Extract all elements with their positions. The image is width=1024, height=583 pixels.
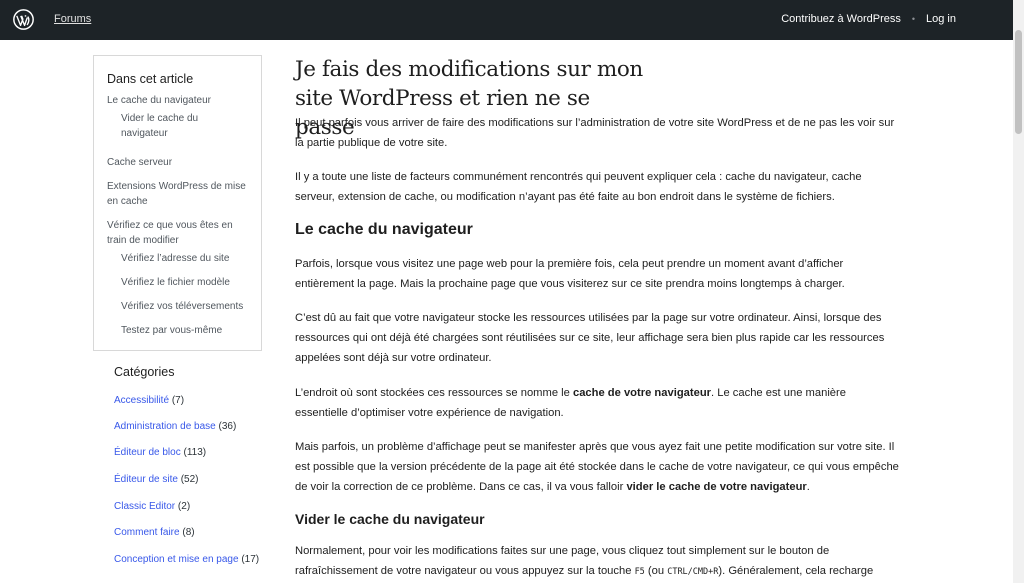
category-count: (17) <box>241 554 260 565</box>
paragraph-cache-2: C’est dû au fait que votre navigateur st… <box>295 312 885 364</box>
topbar-right-links: Contribuez à WordPress • Log in <box>781 13 956 25</box>
category-count: (36) <box>218 421 237 432</box>
category-link[interactable]: Conception et mise en page <box>114 554 239 565</box>
categories-title: Catégories <box>114 365 175 379</box>
category-count: (8) <box>182 527 195 538</box>
paragraph-cache-4: Mais parfois, un problème d’affichage pe… <box>295 437 900 497</box>
category-link[interactable]: Comment faire <box>114 527 180 538</box>
toc-item-check-uploads[interactable]: Vérifiez vos téléversements <box>121 299 243 314</box>
top-navigation-bar: Forums Contribuez à WordPress • Log in <box>0 0 1013 40</box>
paragraph-cache-3: L’endroit où sont stockées ces ressource… <box>295 383 873 423</box>
text-segment: (ou <box>644 565 668 577</box>
category-link[interactable]: Administration de base <box>114 421 216 432</box>
toc-item-test-yourself[interactable]: Testez par vous-même <box>121 323 222 338</box>
toc-item-check-template-file[interactable]: Vérifiez le fichier modèle <box>121 275 230 290</box>
paragraph-cache-1: Parfois, lorsque vous visitez une page w… <box>295 258 845 290</box>
bold-clear-cache: vider le cache de votre navigateur <box>626 481 807 493</box>
table-of-contents: Dans cet article Le cache du navigateur … <box>93 55 262 351</box>
intro-paragraph-2: Il y a toute une liste de facteurs commu… <box>295 171 862 203</box>
nav-separator: • <box>911 14 916 24</box>
key-f5: F5 <box>634 567 645 577</box>
scrollbar-thumb[interactable] <box>1015 30 1022 134</box>
toc-item-check-site-address[interactable]: Vérifiez l’adresse du site <box>121 251 229 266</box>
category-item: Éditeur de site (52) <box>114 474 199 485</box>
text-segment: L’endroit où sont stockées ces ressource… <box>295 387 573 399</box>
toc-item-clear-browser-cache[interactable]: Vider le cache du navigateur <box>121 111 241 141</box>
category-item: Éditeur de bloc (113) <box>114 447 206 458</box>
key-ctrl-r: CTRL/CMD+R <box>667 567 719 577</box>
heading-browser-cache: Le cache du navigateur <box>295 221 473 238</box>
category-link[interactable]: Éditeur de site <box>114 474 178 485</box>
category-item: Classic Editor (2) <box>114 501 190 512</box>
toc-item-cache-plugins[interactable]: Extensions WordPress de mise en cache <box>107 179 252 209</box>
category-item: Accessibilité (7) <box>114 395 184 406</box>
toc-item-server-cache[interactable]: Cache serveur <box>107 155 172 170</box>
category-count: (2) <box>177 501 191 512</box>
contribute-link[interactable]: Contribuez à WordPress <box>781 13 901 25</box>
paragraph-clear-cache: Normalement, pour voir les modifications… <box>295 541 895 582</box>
login-link[interactable]: Log in <box>926 13 956 25</box>
category-link[interactable]: Accessibilité <box>114 395 169 406</box>
bold-browser-cache: cache de votre navigateur <box>572 387 712 399</box>
toc-item-browser-cache[interactable]: Le cache du navigateur <box>107 93 211 108</box>
wordpress-logo-icon[interactable] <box>13 9 34 30</box>
page-scrollbar[interactable] <box>1013 0 1024 583</box>
category-item: Administration de base (36) <box>114 421 236 432</box>
category-count: (52) <box>180 474 199 485</box>
category-link[interactable]: Éditeur de bloc <box>114 447 181 458</box>
category-count: (113) <box>183 447 207 458</box>
heading-clear-browser-cache: Vider le cache du navigateur <box>295 511 485 527</box>
category-link[interactable]: Classic Editor <box>114 501 175 512</box>
category-count: (7) <box>171 395 185 406</box>
category-item: Comment faire (8) <box>114 527 195 538</box>
title-line-1: Je fais des modifications sur mon <box>295 57 643 82</box>
category-item: Conception et mise en page (17) <box>114 554 259 565</box>
toc-item-check-what-you-edit[interactable]: Vérifiez ce que vous êtes en train de mo… <box>107 218 247 248</box>
text-segment: . <box>806 481 810 493</box>
toc-title: Dans cet article <box>107 72 194 86</box>
text-segment: ). Généralement, cela recharge <box>718 565 874 577</box>
forums-link[interactable]: Forums <box>54 13 91 25</box>
intro-paragraph-1: Il peut parfois vous arriver de faire de… <box>295 117 895 149</box>
